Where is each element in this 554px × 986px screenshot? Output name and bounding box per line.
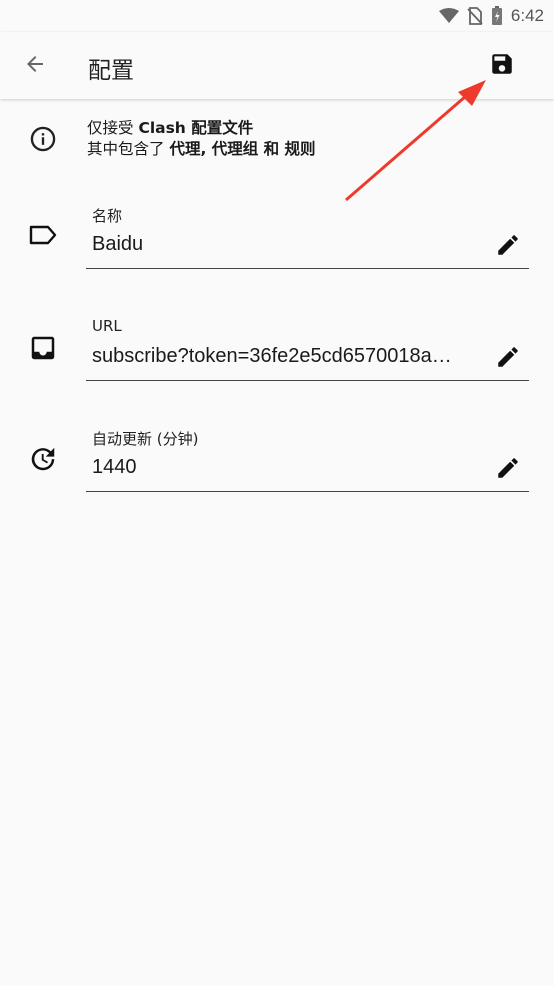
- name-field-underline: [86, 268, 529, 269]
- url-field-underline: [86, 380, 529, 381]
- info-icon: [29, 125, 57, 157]
- name-field-label: 名称: [92, 207, 123, 225]
- label-tag-icon: [28, 223, 58, 251]
- pencil-icon: [495, 455, 521, 485]
- clock-time: 6:42: [510, 6, 544, 25]
- inbox-icon: [28, 333, 58, 367]
- info-line2-prefix: 其中包含了: [87, 140, 170, 158]
- info-line1-prefix: 仅接受: [87, 119, 139, 137]
- auto-update-field[interactable]: 自动更新 (分钟) 1440: [0, 428, 554, 498]
- pencil-icon: [495, 344, 521, 374]
- arrow-back-icon: [23, 52, 47, 80]
- name-field[interactable]: 名称 Baidu: [0, 205, 554, 275]
- page-title: 配置: [88, 58, 134, 84]
- info-row: 仅接受 Clash 配置文件 其中包含了 代理, 代理组 和 规则: [0, 118, 554, 164]
- update-clock-icon: [28, 444, 58, 478]
- pencil-icon: [495, 232, 521, 262]
- name-field-value[interactable]: Baidu: [92, 233, 488, 256]
- auto-update-field-value[interactable]: 1440: [92, 456, 488, 479]
- info-text: 仅接受 Clash 配置文件 其中包含了 代理, 代理组 和 规则: [87, 118, 316, 160]
- back-button[interactable]: [18, 49, 52, 83]
- edit-name-button[interactable]: [494, 233, 522, 261]
- auto-update-field-label: 自动更新 (分钟): [92, 430, 199, 448]
- save-icon: [489, 51, 515, 81]
- url-field[interactable]: URL subscribe?token=36fe2e5cd6570018a…: [0, 317, 554, 387]
- wifi-icon: [438, 8, 459, 24]
- edit-url-button[interactable]: [494, 345, 522, 373]
- status-bar: 6:42: [0, 0, 554, 32]
- app-bar: 配置: [0, 32, 554, 99]
- info-line1-bold: Clash 配置文件: [138, 119, 254, 137]
- auto-update-field-underline: [86, 491, 529, 492]
- save-button[interactable]: [484, 48, 520, 84]
- url-field-label: URL: [92, 317, 122, 335]
- battery-icon: [491, 6, 503, 26]
- edit-auto-update-button[interactable]: [494, 456, 522, 484]
- url-field-value[interactable]: subscribe?token=36fe2e5cd6570018a…: [92, 345, 488, 368]
- info-line2-bold: 代理, 代理组 和 规则: [169, 140, 316, 158]
- no-sim-icon: [467, 7, 483, 25]
